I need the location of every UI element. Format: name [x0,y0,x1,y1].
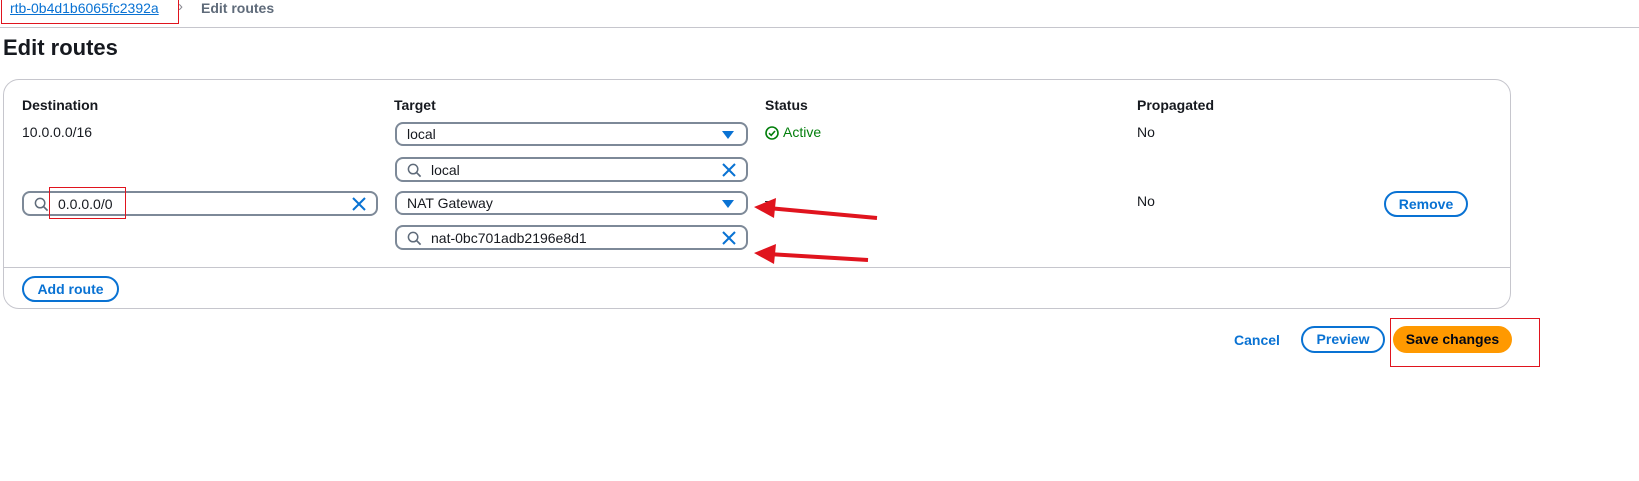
search-icon [34,197,49,212]
breadcrumb-current: Edit routes [201,0,275,16]
status-success-icon [765,126,779,140]
column-header-status: Status [765,97,808,113]
page-title: Edit routes [3,35,118,60]
preview-button[interactable]: Preview [1301,326,1385,353]
row1-target-search-input[interactable] [431,160,711,180]
caret-down-icon [722,131,734,139]
row1-target-search[interactable] [395,157,748,182]
column-header-propagated: Propagated [1137,97,1215,113]
cancel-button[interactable]: Cancel [1234,332,1280,348]
caret-down-icon [722,200,734,208]
column-header-destination: Destination [22,97,99,113]
row2-target-type-select[interactable]: NAT Gateway [395,191,748,215]
row1-target-type-select[interactable]: local [395,122,748,146]
row2-propagated: No [1137,193,1155,209]
clear-icon[interactable] [722,231,736,245]
row2-target-type-value: NAT Gateway [407,195,493,211]
column-header-target: Target [394,97,436,113]
clear-icon[interactable] [722,163,736,177]
arrow-annotation [754,198,878,264]
annotation-highlight-destination [49,187,126,219]
annotation-highlight-save [1390,318,1540,367]
row1-status: Active [765,124,821,140]
row1-propagated: No [1137,124,1155,140]
row1-status-text: Active [783,124,822,140]
row2-target-search[interactable] [395,225,748,250]
search-icon [407,231,422,246]
row1-destination: 10.0.0.0/16 [22,124,93,140]
annotation-highlight-breadcrumb [1,0,179,24]
clear-icon[interactable] [352,197,366,211]
search-icon [407,163,422,178]
row1-target-type-value: local [407,126,436,142]
add-route-button[interactable]: Add route [22,276,119,302]
panel-divider [4,267,1510,268]
row2-target-search-input[interactable] [431,228,711,248]
remove-route-button[interactable]: Remove [1384,191,1468,217]
